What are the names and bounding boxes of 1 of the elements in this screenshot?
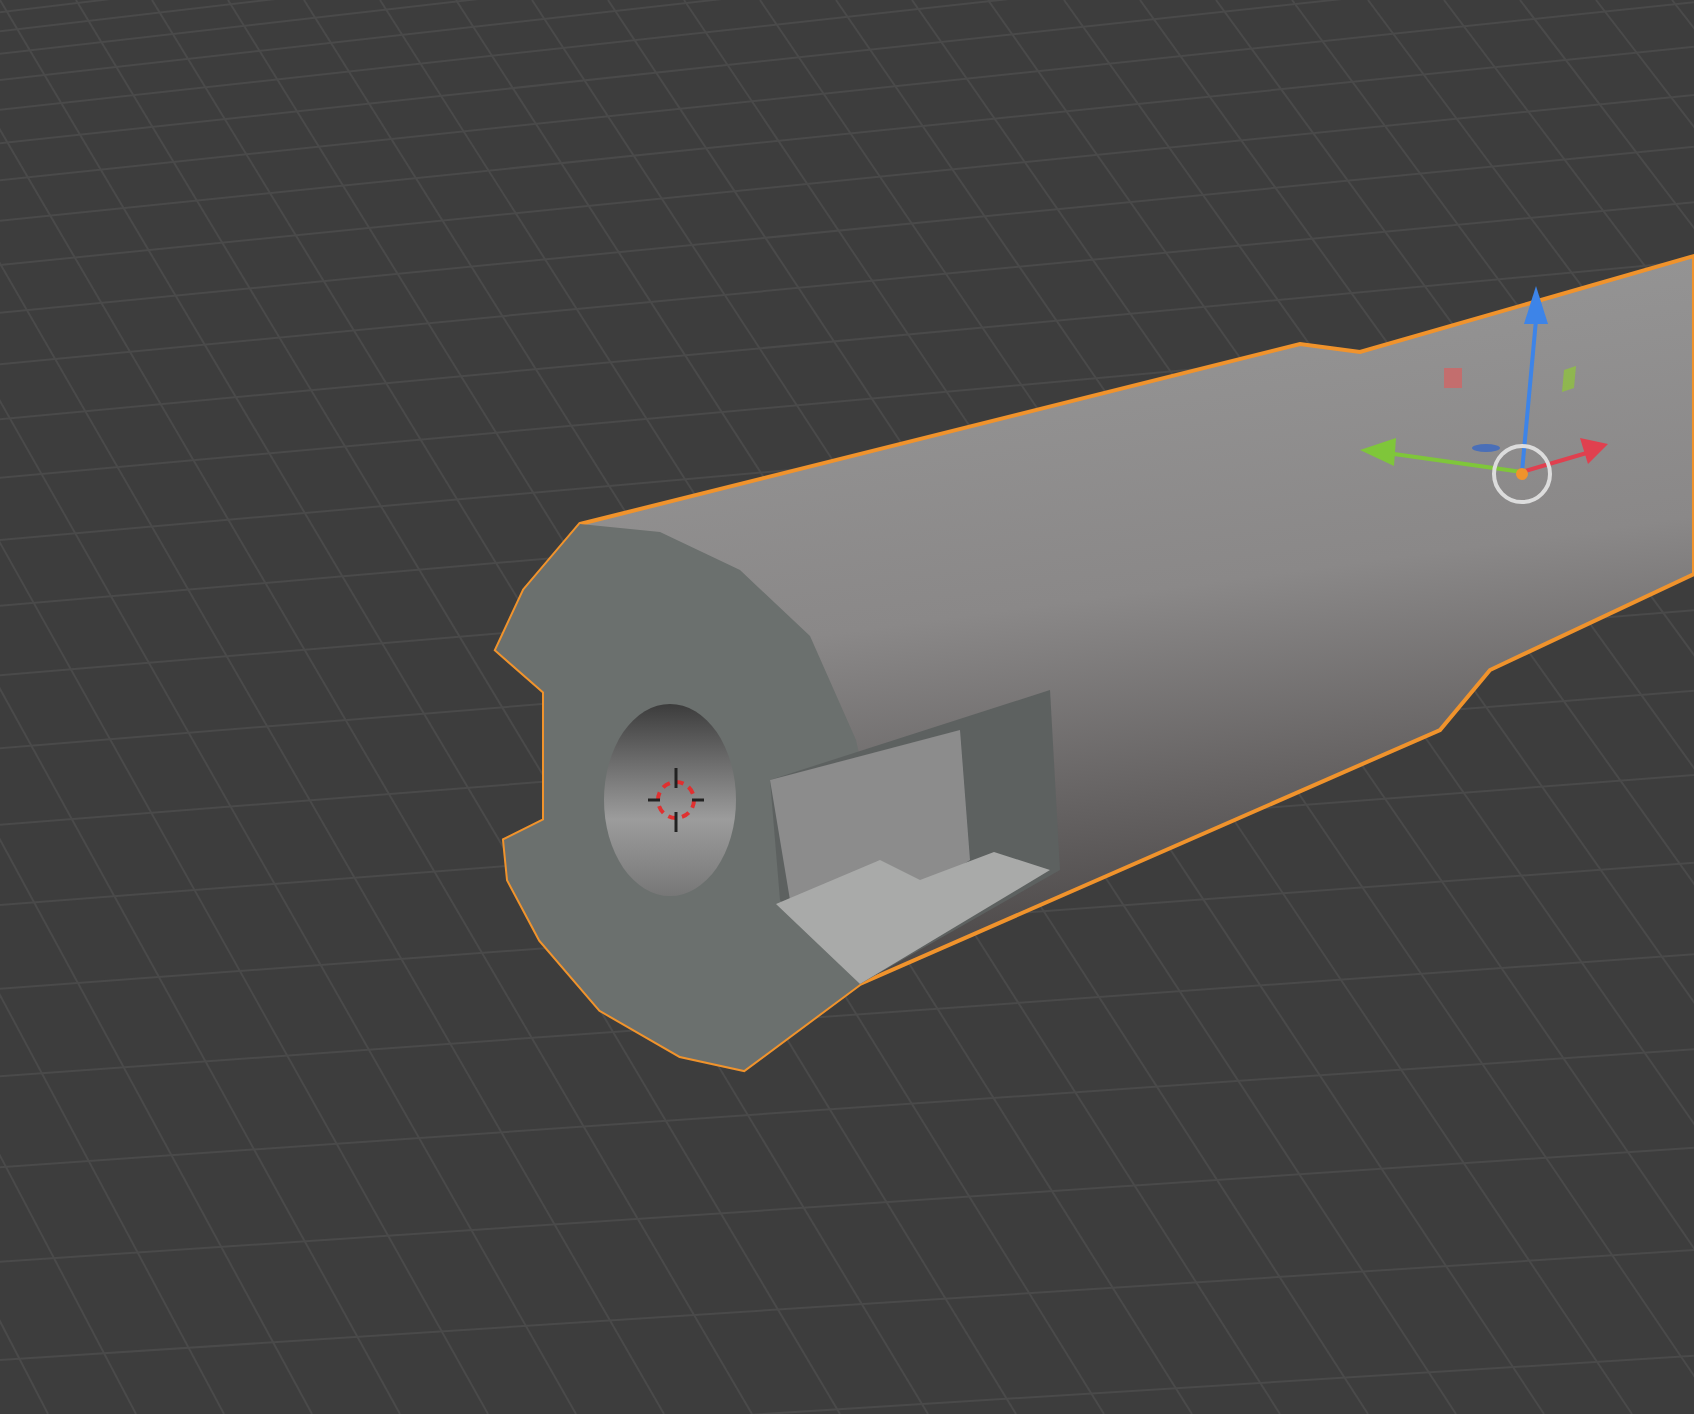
3d-cursor-icon [648, 768, 704, 832]
